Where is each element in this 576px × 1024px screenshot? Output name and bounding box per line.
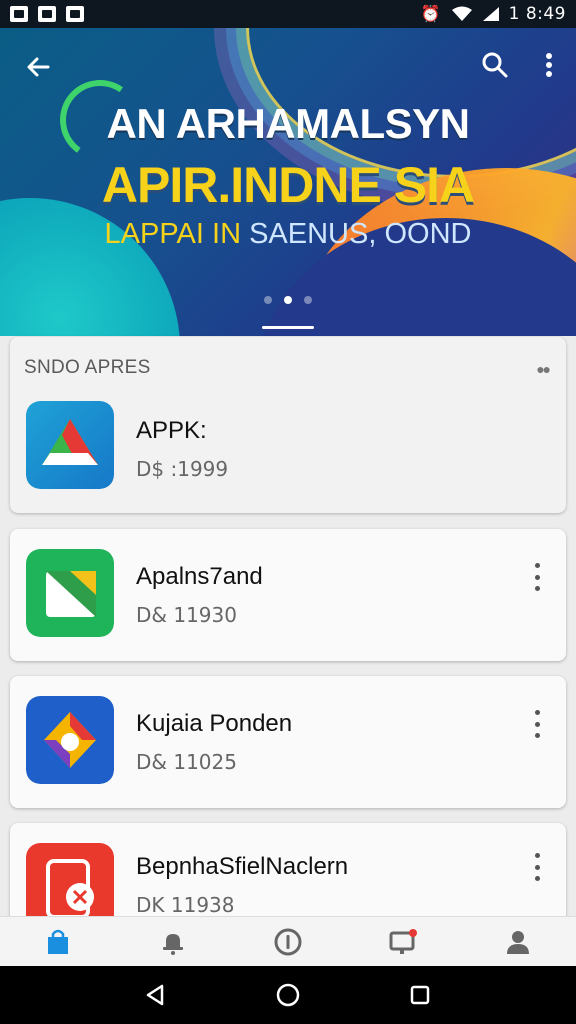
hero-subtitle-part2: SAENUS, OOND (249, 218, 472, 250)
nav-info[interactable] (258, 919, 318, 965)
home-circle-icon (276, 983, 300, 1007)
hero-title: APIR.INDNE SIA (101, 157, 475, 213)
signal-icon (482, 7, 499, 21)
featured-app-name: APPK: (136, 417, 207, 444)
status-system: ⏰ 1 8:49 (421, 4, 566, 24)
triangle-logo-icon (26, 401, 114, 489)
store-bag-icon (47, 929, 68, 954)
hero-subtitle: LAPPAI IN SAENUS, OOND (0, 218, 576, 251)
app-screen: ⏰ 1 8:49 AN ARHAMALSYN APIR.INDNE SIA LA… (0, 0, 576, 1024)
app-name: Apalns7and (136, 563, 263, 590)
section-title: SNDO APRES (24, 357, 151, 378)
hero-banner[interactable]: AN ARHAMALSYN APIR.INDNE SIA LAPPAI IN S… (0, 28, 576, 336)
more-vert-icon[interactable] (532, 853, 542, 881)
gallery-notification-icon (10, 6, 28, 22)
carousel-dot[interactable] (304, 296, 312, 304)
back-arrow-icon[interactable] (22, 50, 56, 84)
message-notification-icon (38, 6, 56, 22)
bell-icon (162, 933, 183, 955)
green-folder-icon (26, 549, 114, 637)
app-price: DK 11938 (136, 893, 235, 917)
search-icon[interactable] (480, 50, 510, 80)
nav-notifications[interactable] (143, 919, 203, 965)
more-vert-icon[interactable] (532, 710, 542, 738)
list-item[interactable]: Apalns7and D& 11930 (10, 529, 566, 661)
list-item[interactable]: Kujaia Ponden D& 11025 (10, 676, 566, 808)
recents-square-icon (410, 985, 430, 1005)
clock: 1 8:49 (508, 4, 566, 24)
profile-icon (507, 930, 530, 954)
app-price: D& 11025 (136, 750, 237, 774)
system-back-button[interactable] (136, 975, 176, 1015)
nav-profile[interactable] (488, 919, 548, 965)
featured-app-row[interactable]: APPK: D$ :1999 (10, 381, 566, 513)
wifi-icon (451, 6, 472, 21)
colorful-drive-icon (26, 696, 114, 784)
status-bar: ⏰ 1 8:49 (0, 0, 576, 28)
info-circle-icon (274, 928, 302, 955)
nav-store[interactable] (28, 919, 88, 965)
more-vert-icon[interactable] (534, 50, 564, 80)
featured-section: SNDO APRES ● ● APPK: D$ :1999 (10, 337, 566, 513)
app-price: D& 11930 (136, 603, 237, 627)
system-home-button[interactable] (268, 975, 308, 1015)
carousel-dots (0, 296, 576, 304)
app-name: Kujaia Ponden (136, 710, 293, 737)
carousel-dot[interactable] (284, 296, 292, 304)
hero-headline: AN ARHAMALSYN (106, 100, 470, 147)
carousel-dot[interactable] (264, 296, 272, 304)
carousel-indicator (262, 326, 314, 329)
status-notifications (10, 6, 84, 22)
hero-subtitle-part1: LAPPAI IN (104, 218, 242, 250)
nav-updates[interactable] (373, 919, 433, 965)
system-recents-button[interactable] (400, 975, 440, 1015)
alarm-icon: ⏰ (420, 6, 441, 23)
back-triangle-icon (146, 984, 164, 1006)
monitor-notification-icon (389, 928, 418, 954)
section-more-icon[interactable]: ● ● (536, 361, 551, 377)
app-name: BepnhaSfielNaclern (136, 853, 349, 880)
featured-app-price: D$ :1999 (136, 457, 229, 481)
system-navigation (0, 966, 576, 1024)
more-vert-icon[interactable] (532, 563, 542, 591)
app-notification-icon (66, 6, 84, 22)
bottom-navigation (0, 916, 576, 966)
